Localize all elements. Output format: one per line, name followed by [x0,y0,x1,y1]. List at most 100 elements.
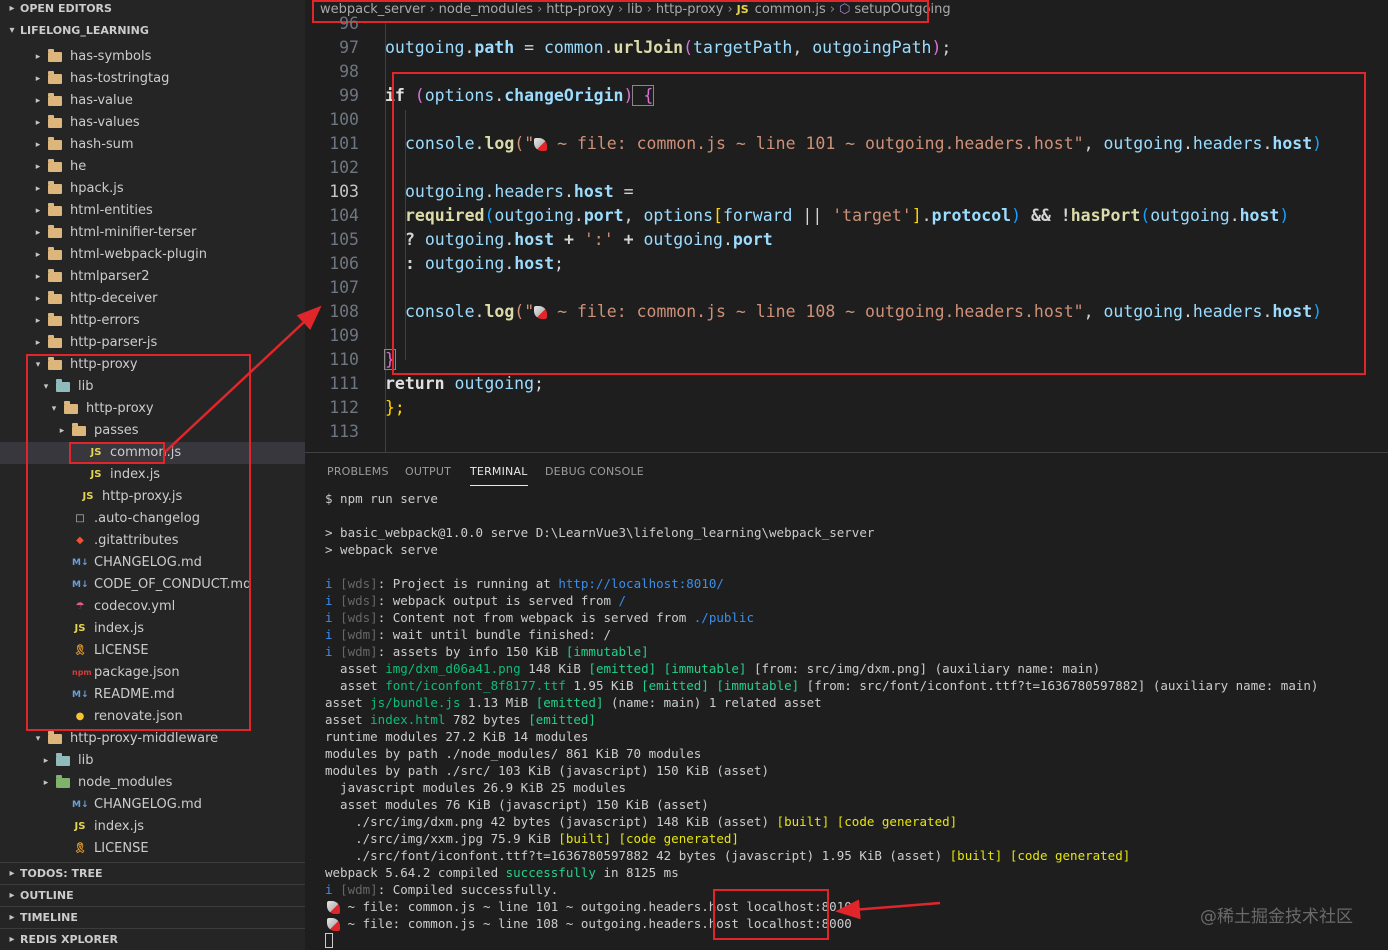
folder-node-icon [56,775,70,788]
chevron-right-icon: ▸ [35,228,41,238]
terminal-line: asset js/bundle.js 1.13 MiB [emitted] (n… [325,695,822,710]
todos-tree-header[interactable]: ▸ TODOS: TREE [0,862,305,884]
chevron-right-icon: ▸ [9,889,15,901]
line-number: 113 [329,422,359,441]
js-file-icon: JS [74,821,86,832]
chevron-right-icon: ▸ [35,184,41,194]
chevron-right-icon: ▸ [35,294,41,304]
arrow-to-output [835,899,941,920]
tree-item-changelog-md[interactable]: M↓ CHANGELOG.md [0,794,305,816]
tree-item-html-webpack-plugin[interactable]: ▸ html-webpack-plugin [0,244,305,266]
line-number: 109 [329,326,359,345]
tree-item-label: node_modules [78,775,173,790]
code-token: . [603,38,614,57]
explorer-sidebar: ▸ OPEN EDITORS ▾ LIFELONG_LEARNING ▸ has-sy… [0,0,305,950]
terminal-line: $ npm run serve [325,491,438,506]
chevron-right-icon: ▸ [9,933,15,945]
panel-tab-bar: PROBLEMS OUTPUT TERMINAL DEBUG CONSOLE [305,452,1388,488]
tree-item-http-deceiver[interactable]: ▸ http-deceiver [0,288,305,310]
tree-item-has-tostringtag[interactable]: ▸ has-tostringtag [0,68,305,90]
folder-icon [48,269,62,282]
chevron-right-icon: ▸ [9,867,15,879]
terminal-line: asset font/iconfont_8f8177.ttf 1.95 KiB … [325,678,1319,693]
folder-icon [48,93,62,106]
open-editors-header[interactable]: ▸ OPEN EDITORS [0,0,305,20]
chevron-right-icon: ▸ [35,250,41,260]
chevron-right-icon: ▸ [35,206,41,216]
chevron-right-icon: ▸ [35,162,41,172]
tree-item-license[interactable]: 🎗 LICENSE [0,838,305,860]
folder-icon [48,247,62,260]
terminal-line: asset modules 76 KiB (javascript) 150 Ki… [325,797,709,812]
line-number: 102 [329,158,359,177]
code-token: ( [683,38,694,57]
tree-item-hash-sum[interactable]: ▸ hash-sum [0,134,305,156]
tree-item-label: http-deceiver [70,291,158,306]
rocket-icon [327,918,340,931]
tree-item-hpackjs[interactable]: ▸ hpack.js [0,178,305,200]
annotation-box-tree [26,354,251,731]
tree-item-label: hpack.js [70,181,124,196]
tab-debug-console[interactable]: DEBUG CONSOLE [545,465,644,478]
folder-icon [48,291,62,304]
chevron-right-icon: ▸ [35,118,41,128]
tree-item-he[interactable]: ▸ he [0,156,305,178]
folder-icon [48,335,62,348]
chevron-right-icon: ▸ [43,778,49,788]
tree-item-html-minifier-terser[interactable]: ▸ html-minifier-terser [0,222,305,244]
terminal-line: ./src/img/dxm.png 42 bytes (javascript) … [325,814,958,829]
tab-problems[interactable]: PROBLEMS [327,465,389,478]
code-token: path [474,38,515,57]
folder-icon [48,225,62,238]
terminal-line: i [wdm]: wait until bundle finished: / [325,627,611,642]
tab-terminal[interactable]: TERMINAL [470,465,528,486]
markdown-file-icon: M↓ [72,800,89,810]
terminal-line: asset img/dxm_d06a41.png 148 KiB [emitte… [325,661,1101,676]
tree-item-label: LICENSE [94,841,149,856]
tree-item-has-values[interactable]: ▸ has-values [0,112,305,134]
terminal-line: i [wds]: Project is running at http://lo… [325,576,724,591]
tree-item-htmlparser2[interactable]: ▸ htmlparser2 [0,266,305,288]
tree-item-label: html-minifier-terser [70,225,197,240]
folder-icon [48,203,62,216]
tree-item-http-errors[interactable]: ▸ http-errors [0,310,305,332]
chevron-down-icon: ▾ [35,734,41,744]
code-token: ; [534,374,544,393]
outline-header[interactable]: ▸ OUTLINE [0,884,305,906]
tree-item-has-value[interactable]: ▸ has-value [0,90,305,112]
rocket-icon [327,901,340,914]
terminal-line: > basic_webpack@1.0.0 serve D:\LearnVue3… [325,525,875,540]
tree-item-label: has-tostringtag [70,71,170,86]
folder-icon [48,49,62,62]
watermark: @稀土掘金技术社区 [1200,907,1353,927]
redis-xplorer-header[interactable]: ▸ REDIS XPLORER [0,928,305,950]
tree-item-http-proxy-middleware[interactable]: ▾ http-proxy-middleware [0,728,305,750]
code-token: return [385,374,445,393]
tree-item-html-entities[interactable]: ▸ html-entities [0,200,305,222]
line-number-row: 113 [305,420,1388,444]
folder-icon [48,71,62,84]
line-number: 100 [329,110,359,129]
timeline-header[interactable]: ▸ TIMELINE [0,906,305,928]
tree-item-index-js[interactable]: JS index.js [0,816,305,838]
tree-item-label: http-parser-js [70,335,158,350]
tree-item-http-parser-js[interactable]: ▸ http-parser-js [0,332,305,354]
folder-icon [48,115,62,128]
line-number-row: 96 [305,12,1388,36]
code-token: urlJoin [613,38,684,57]
line-number: 107 [329,278,359,297]
tree-item-lib[interactable]: ▸ lib [0,750,305,772]
tree-item-node-modules[interactable]: ▸ node_modules [0,772,305,794]
chevron-right-icon: ▸ [9,3,15,14]
tree-item-label: htmlparser2 [70,269,150,284]
workspace-header[interactable]: ▾ LIFELONG_LEARNING [0,20,305,42]
chevron-down-icon: ▾ [9,25,15,36]
code-token: ) [931,38,942,57]
code-token: targetPath [693,38,793,57]
code-token: outgoingPath [812,38,932,57]
tab-output[interactable]: OUTPUT [405,465,451,478]
terminal-line: i [wds]: Content not from webpack is ser… [325,610,754,625]
tree-item-has-symbols[interactable]: ▸ has-symbols [0,46,305,68]
chevron-right-icon: ▸ [35,96,41,106]
tree-item-label: he [70,159,87,174]
